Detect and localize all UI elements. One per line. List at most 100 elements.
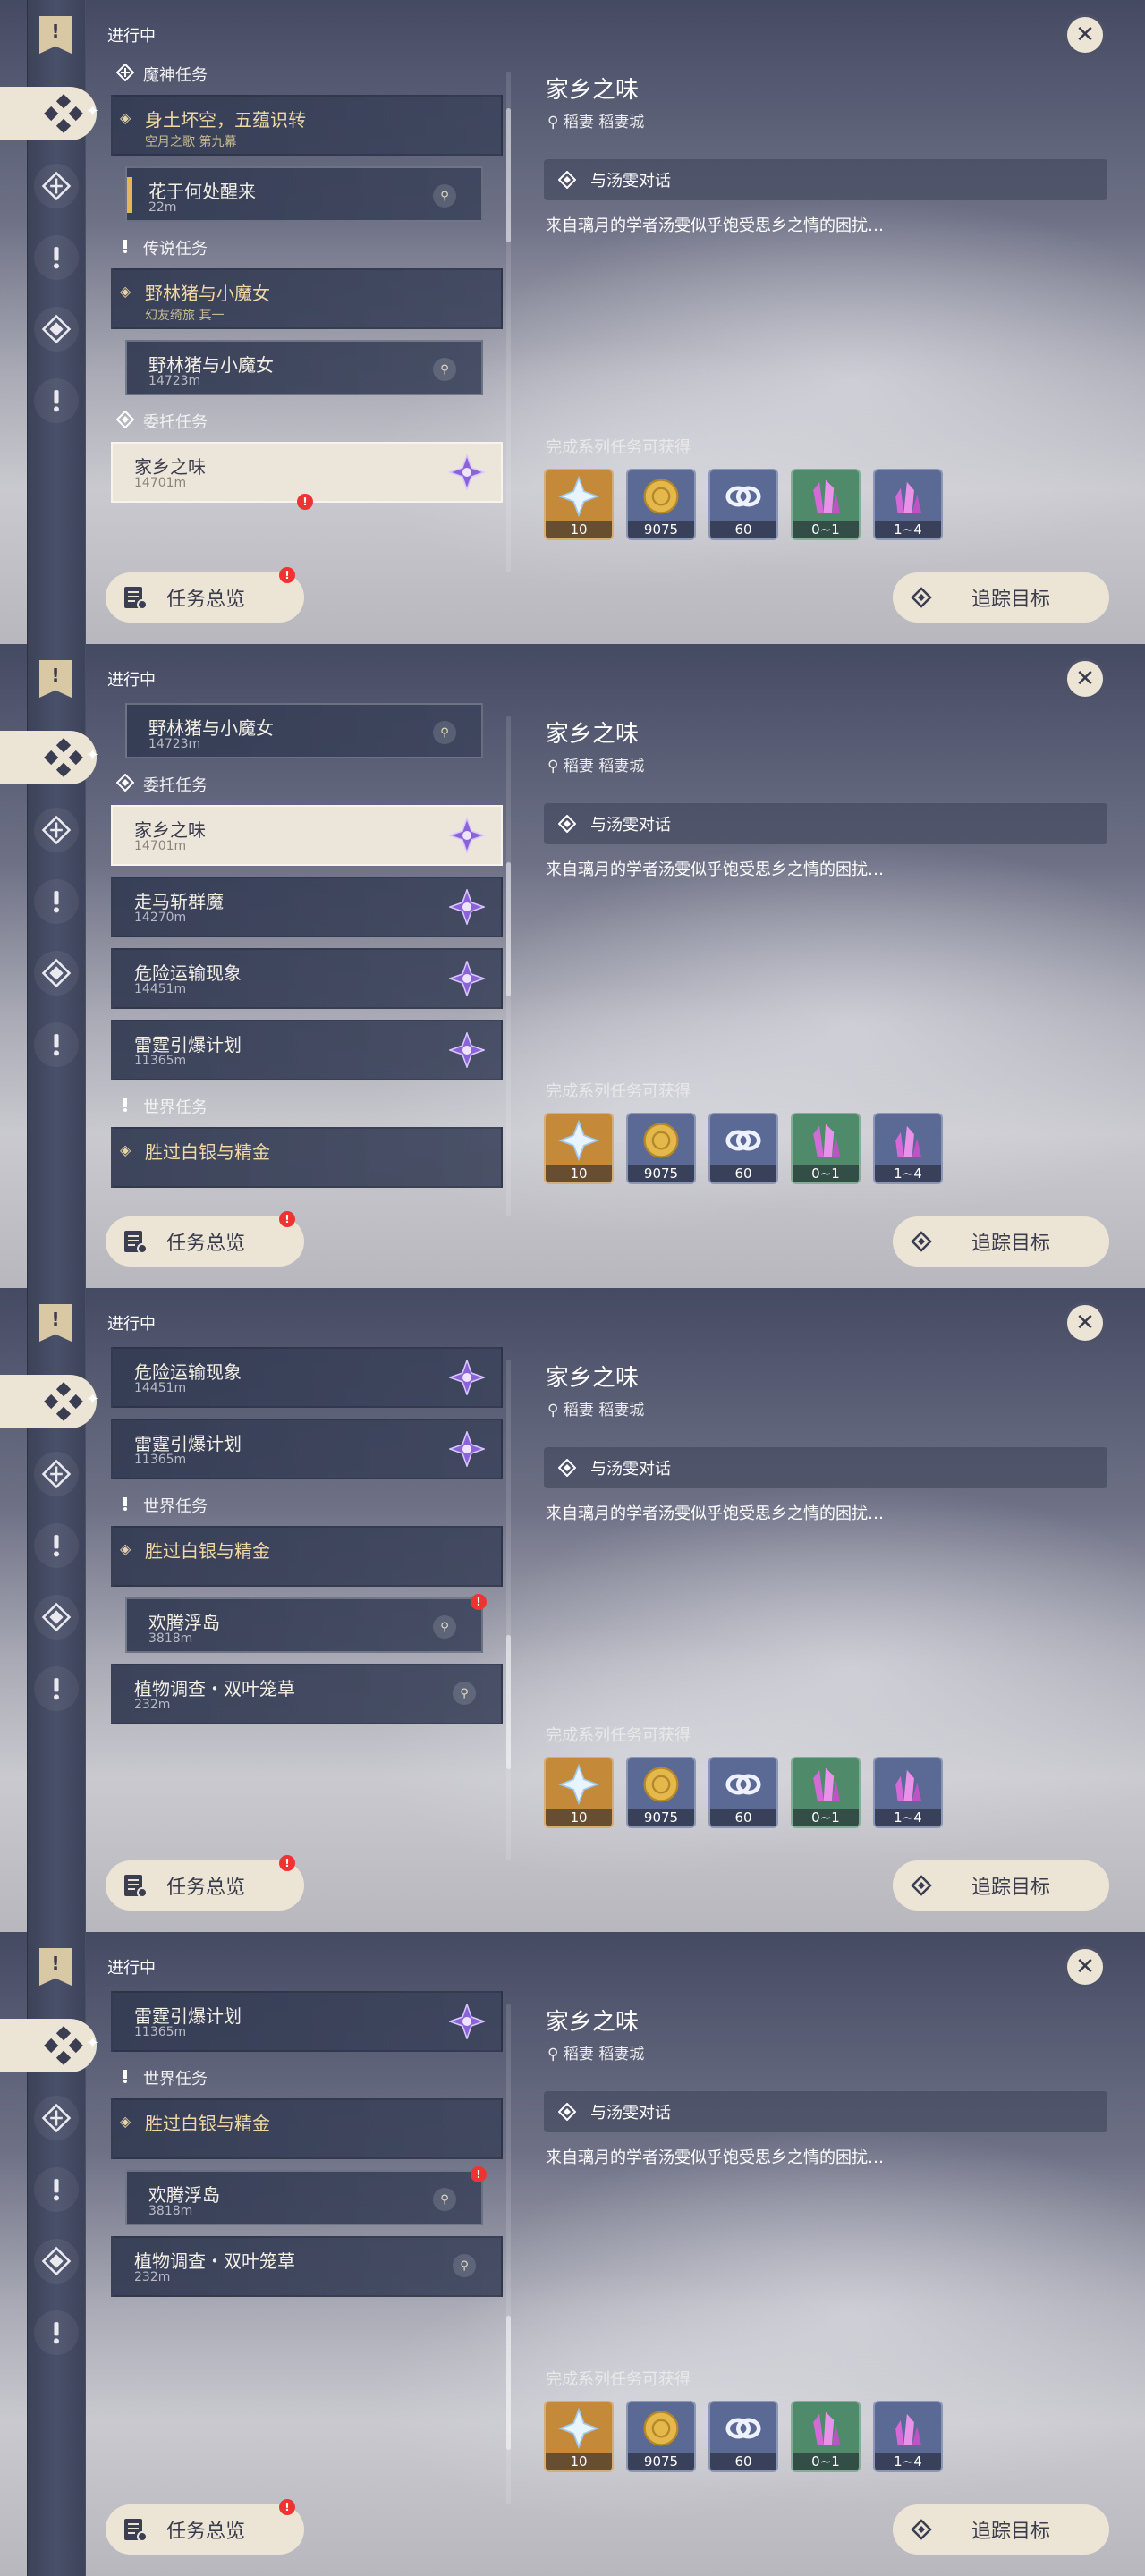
reward-fetter-exp[interactable]: 60: [708, 2401, 778, 2472]
quest-item[interactable]: ◈ 胜过白银与精金: [111, 1127, 503, 1188]
reward-crystal[interactable]: 0~1: [791, 469, 861, 540]
map-pin-icon[interactable]: ⚲: [433, 184, 456, 208]
reward-crystal-cluster[interactable]: 1~4: [873, 1113, 943, 1184]
rail-item-all[interactable]: [0, 87, 97, 140]
rail-item-world[interactable]: [34, 1022, 79, 1067]
reward-fetter-exp[interactable]: 60: [708, 469, 778, 540]
quest-item[interactable]: 家乡之味 14701m!: [111, 442, 503, 510]
track-objective-button[interactable]: 追踪目标: [893, 2504, 1109, 2555]
map-pin-icon[interactable]: ⚲: [433, 721, 456, 744]
reward-crystal[interactable]: 0~1: [791, 1757, 861, 1828]
quest-item[interactable]: 野林猪与小魔女 14723m ⚲: [125, 703, 483, 758]
close-button[interactable]: ✕: [1064, 14, 1106, 55]
reward-primogem[interactable]: 10: [544, 469, 614, 540]
rail-item-all[interactable]: [0, 2019, 97, 2072]
quest-item[interactable]: 欢腾浮岛 3818m ⚲!: [125, 2166, 487, 2225]
quest-list[interactable]: 野林猪与小魔女 14723m ⚲ 委托任务家乡之味 14701m 走马斩群魔 14270m 危…: [106, 698, 508, 1188]
category-header: 世界任务: [116, 1095, 208, 1118]
selection-sparkle-icon: ✦: [86, 1390, 100, 1409]
map-pin-icon[interactable]: ⚲: [433, 358, 456, 381]
rail-item-world[interactable]: [34, 1666, 79, 1711]
category-header: 委托任务: [115, 773, 208, 796]
rail-item-commission[interactable]: [34, 1595, 79, 1640]
reward-mora[interactable]: 9075: [626, 469, 696, 540]
reward-quantity: 10: [546, 2453, 612, 2470]
quest-item[interactable]: 危险运输现象 14451m: [111, 1347, 503, 1408]
quest-book-icon: [124, 2519, 148, 2542]
rail-item-story[interactable]: [34, 1523, 79, 1568]
list-scrollbar[interactable]: [506, 2004, 511, 2504]
rail-item-story[interactable]: [34, 2167, 79, 2212]
rail-item-archon[interactable]: [34, 2096, 79, 2140]
quest-overview-button[interactable]: 任务总览 !: [106, 1855, 304, 1911]
rail-item-commission[interactable]: [34, 951, 79, 996]
quest-overview-button[interactable]: 任务总览 !: [106, 2499, 304, 2555]
quest-item[interactable]: ◈ 野林猪与小魔女 幻友绮旅 其一: [111, 268, 503, 329]
quest-overview-button[interactable]: 任务总览 !: [106, 1211, 304, 1267]
reward-crystal-cluster[interactable]: 1~4: [873, 1757, 943, 1828]
reward-mora[interactable]: 9075: [626, 1757, 696, 1828]
map-pin-icon[interactable]: ⚲: [433, 1615, 456, 1639]
rail-item-commission[interactable]: [34, 2239, 79, 2284]
map-pin-icon[interactable]: ⚲: [453, 2254, 476, 2277]
scroll-thumb[interactable]: [506, 108, 511, 242]
quest-item[interactable]: 雷霆引爆计划 11365m: [111, 1991, 503, 2052]
quest-item[interactable]: 野林猪与小魔女 14723m ⚲: [125, 340, 483, 395]
track-objective-button[interactable]: 追踪目标: [893, 1216, 1109, 1267]
track-objective-button[interactable]: 追踪目标: [893, 1860, 1109, 1911]
commission-star-icon: [447, 453, 487, 492]
rail-item-commission[interactable]: [34, 307, 79, 352]
map-pin-icon[interactable]: ⚲: [453, 1682, 476, 1705]
reward-crystal[interactable]: 0~1: [791, 2401, 861, 2472]
alert-badge: !: [471, 1594, 487, 1610]
rail-item-story[interactable]: [34, 879, 79, 924]
track-objective-button[interactable]: 追踪目标: [893, 572, 1109, 623]
quest-list[interactable]: 魔神任务 ◈ 身土坏空，五蕴识转 空月之歌 第九幕 花于何处醒来 22m ⚲ 传说任务 ◈ 野林猪…: [106, 54, 508, 544]
reward-primogem[interactable]: 10: [544, 1757, 614, 1828]
close-button[interactable]: ✕: [1064, 1302, 1106, 1343]
list-scrollbar[interactable]: [506, 1360, 511, 1860]
reward-primogem[interactable]: 10: [544, 1113, 614, 1184]
close-button[interactable]: ✕: [1064, 1946, 1106, 1987]
reward-mora[interactable]: 9075: [626, 2401, 696, 2472]
quest-item[interactable]: 危险运输现象 14451m: [111, 948, 503, 1009]
reward-mora[interactable]: 9075: [626, 1113, 696, 1184]
quest-item[interactable]: ◈ 胜过白银与精金: [111, 1526, 503, 1587]
quest-list[interactable]: 雷霆引爆计划 11365m 世界任务 ◈ 胜过白银与精金 欢腾浮岛 3818m ⚲! 植物调查・…: [106, 1986, 508, 2476]
rail-item-world[interactable]: [34, 2310, 79, 2355]
quest-panel-4: ! ✦ 进行中 雷霆引爆计划 11365m 世界任务 ◈ 胜过白银与精金 欢腾浮岛 3818…: [0, 1932, 1145, 2576]
close-button[interactable]: ✕: [1064, 658, 1106, 699]
quest-item[interactable]: 走马斩群魔 14270m: [111, 877, 503, 937]
quest-overview-button[interactable]: 任务总览 !: [106, 567, 304, 623]
reward-primogem[interactable]: 10: [544, 2401, 614, 2472]
quest-item[interactable]: ◈ 胜过白银与精金: [111, 2098, 503, 2159]
quest-item[interactable]: 家乡之味 14701m: [111, 805, 503, 866]
list-scrollbar[interactable]: [506, 716, 511, 1216]
category-header: 传说任务: [116, 236, 208, 259]
scroll-thumb[interactable]: [506, 1635, 511, 1769]
rail-item-all[interactable]: [0, 1375, 97, 1428]
rail-item-archon[interactable]: [34, 164, 79, 208]
scroll-thumb[interactable]: [506, 2316, 511, 2450]
list-scrollbar[interactable]: [506, 72, 511, 572]
map-pin-icon[interactable]: ⚲: [433, 2188, 456, 2211]
reward-crystal-cluster[interactable]: 1~4: [873, 469, 943, 540]
reward-crystal[interactable]: 0~1: [791, 1113, 861, 1184]
rail-item-archon[interactable]: [34, 1452, 79, 1496]
quest-item[interactable]: 欢腾浮岛 3818m ⚲!: [125, 1594, 487, 1653]
quest-item[interactable]: 雷霆引爆计划 11365m: [111, 1020, 503, 1080]
rail-item-world[interactable]: [34, 378, 79, 423]
reward-fetter-exp[interactable]: 60: [708, 1757, 778, 1828]
quest-list[interactable]: 危险运输现象 14451m 雷霆引爆计划 11365m 世界任务 ◈ 胜过白银与精金 欢腾浮岛…: [106, 1342, 508, 1832]
rail-item-archon[interactable]: [34, 808, 79, 852]
reward-fetter-exp[interactable]: 60: [708, 1113, 778, 1184]
quest-item[interactable]: 雷霆引爆计划 11365m: [111, 1419, 503, 1479]
scroll-thumb[interactable]: [506, 862, 511, 996]
rail-item-all[interactable]: [0, 731, 97, 784]
rail-item-story[interactable]: [34, 235, 79, 280]
quest-item[interactable]: 花于何处醒来 22m ⚲: [125, 166, 483, 222]
quest-item[interactable]: ◈ 身土坏空，五蕴识转 空月之歌 第九幕: [111, 95, 503, 156]
quest-item[interactable]: 植物调查・双叶笼草 232m ⚲: [111, 1664, 503, 1724]
reward-crystal-cluster[interactable]: 1~4: [873, 2401, 943, 2472]
quest-item[interactable]: 植物调查・双叶笼草 232m ⚲: [111, 2236, 503, 2297]
